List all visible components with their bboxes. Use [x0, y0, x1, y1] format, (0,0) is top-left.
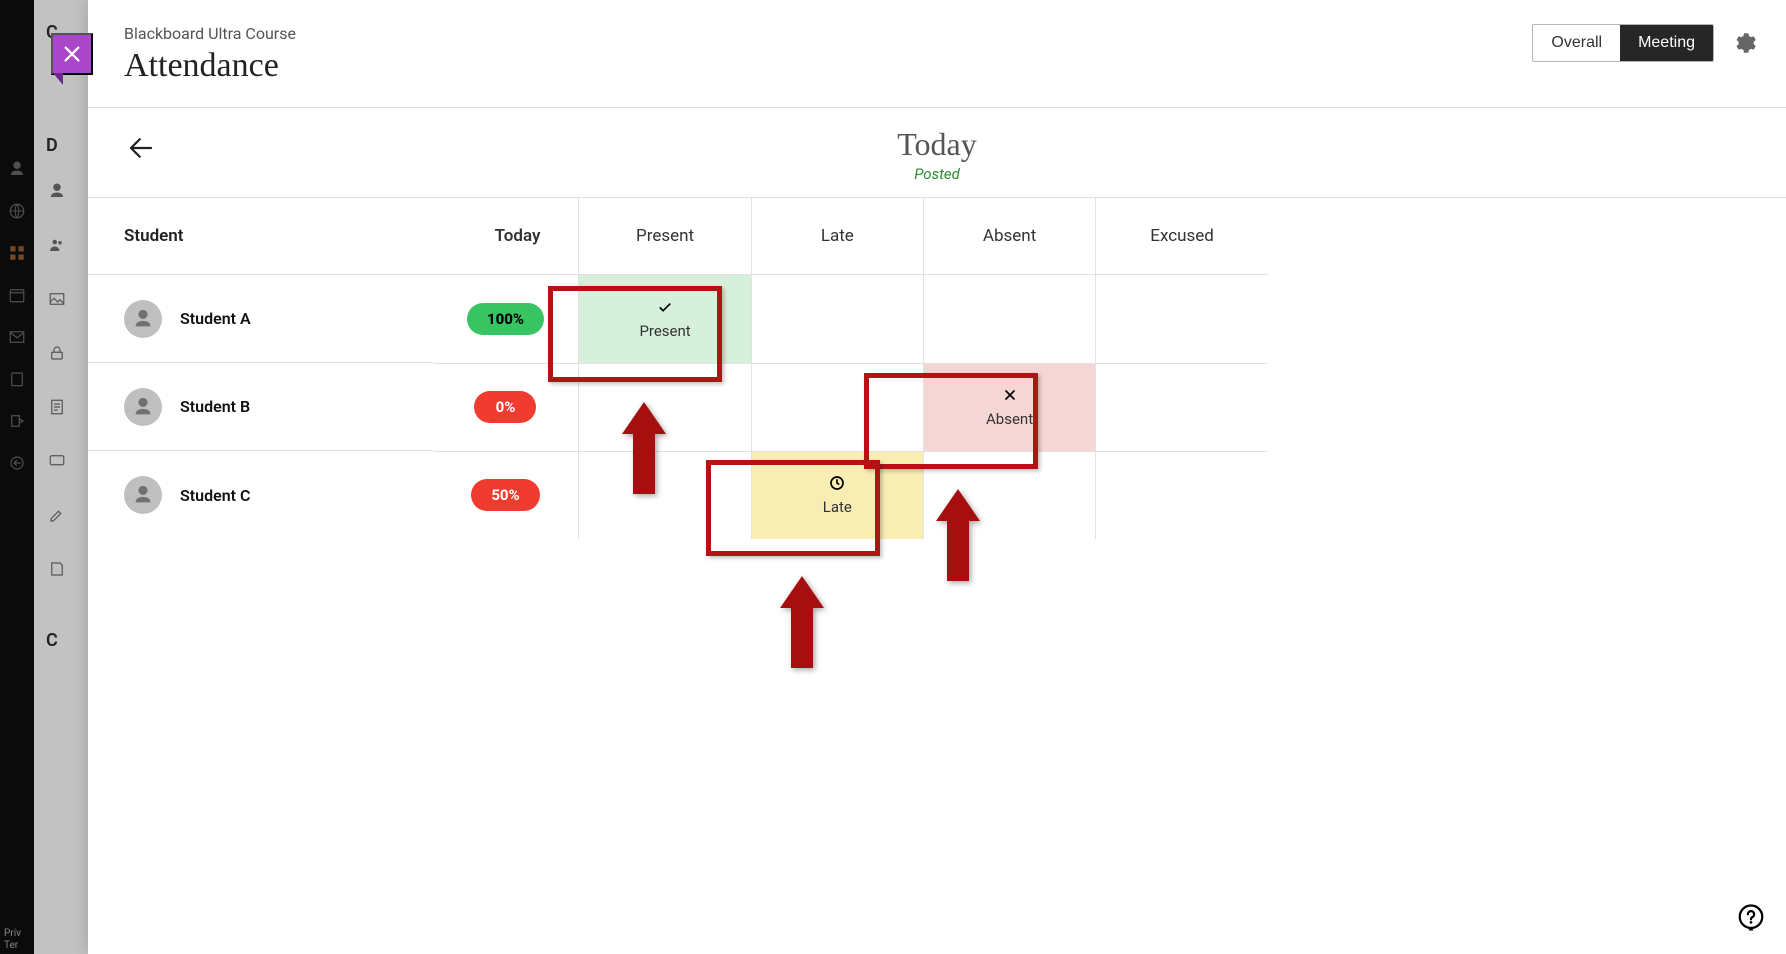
mark-present[interactable]: [579, 363, 751, 451]
image-icon: [48, 290, 66, 312]
today-pill: 0%: [474, 391, 536, 423]
tab-meeting[interactable]: Meeting: [1620, 25, 1713, 61]
status-label: Absent: [986, 410, 1033, 428]
avatar: [124, 388, 162, 426]
backdrop-letter: D: [46, 135, 58, 156]
app-nav-rail: [0, 0, 34, 954]
mark-excused[interactable]: [1096, 275, 1268, 364]
arrow-left-icon: [126, 133, 156, 163]
col-present[interactable]: Present: [579, 198, 751, 275]
chat-icon: [48, 452, 66, 474]
x-icon: [1001, 386, 1019, 404]
export-icon: [8, 412, 26, 430]
close-icon: [61, 43, 83, 65]
clock-icon: [828, 474, 846, 492]
col-late[interactable]: Late: [751, 198, 923, 275]
view-toggle: Overall Meeting: [1532, 24, 1714, 62]
student-name[interactable]: Student B: [180, 397, 250, 416]
today-cell: 50%: [433, 451, 579, 539]
table-row: Student B 0% Absent: [88, 363, 1268, 451]
attendance-panel: Blackboard Ultra Course Attendance Overa…: [88, 0, 1786, 954]
date-label: Today: [88, 126, 1786, 163]
mark-present[interactable]: [579, 451, 751, 539]
student-name[interactable]: Student A: [180, 309, 251, 328]
col-student: Student: [88, 198, 433, 275]
doc-icon: [48, 398, 66, 420]
back-button[interactable]: [124, 132, 158, 166]
attendance-table: Student Today Present Late Absent Excuse…: [88, 198, 1268, 539]
user-icon: [48, 182, 66, 204]
users-icon: [48, 236, 66, 258]
course-name: Blackboard Ultra Course: [124, 24, 296, 43]
globe-icon: [8, 202, 26, 220]
footer-stub: Priv Ter: [0, 926, 34, 954]
check-icon: [656, 298, 674, 316]
mark-late[interactable]: [751, 275, 923, 364]
student-name[interactable]: Student C: [180, 486, 250, 505]
col-today: Today: [433, 198, 579, 275]
student-cell: Student C: [88, 451, 433, 539]
mark-absent[interactable]: [923, 451, 1095, 539]
today-cell: 100%: [433, 275, 579, 364]
col-absent[interactable]: Absent: [923, 198, 1095, 275]
avatar: [124, 300, 162, 338]
today-cell: 0%: [433, 363, 579, 451]
edit-icon: [48, 506, 66, 528]
status-label: Present: [639, 322, 690, 340]
close-panel-button[interactable]: [51, 33, 93, 75]
panel-header: Blackboard Ultra Course Attendance Overa…: [88, 12, 1786, 108]
mark-absent[interactable]: [923, 275, 1095, 364]
annotation-arrow: [776, 572, 828, 672]
mark-late[interactable]: [751, 363, 923, 451]
clipboard-icon: [8, 370, 26, 388]
gear-icon: [1731, 30, 1757, 56]
page-title: Attendance: [124, 47, 296, 85]
col-excused[interactable]: Excused: [1096, 198, 1268, 275]
person-icon: [8, 160, 26, 178]
mark-excused[interactable]: [1096, 363, 1268, 451]
student-cell: Student B: [88, 363, 433, 451]
help-icon: [1736, 903, 1766, 933]
mark-absent[interactable]: Absent: [923, 363, 1095, 451]
mark-excused[interactable]: [1096, 451, 1268, 539]
today-pill: 100%: [467, 303, 544, 335]
backdrop-letter: C: [46, 630, 58, 651]
calendar-icon: [8, 286, 26, 304]
tab-overall[interactable]: Overall: [1533, 25, 1620, 61]
mark-present[interactable]: Present: [579, 275, 751, 364]
mark-late[interactable]: Late: [751, 451, 923, 539]
lock-icon: [48, 344, 66, 366]
attendance-table-wrap: Student Today Present Late Absent Excuse…: [88, 198, 1786, 539]
date-header: Today Posted: [88, 108, 1786, 198]
student-cell: Student A: [88, 275, 433, 363]
mail-icon: [8, 328, 26, 346]
grid-icon: [8, 244, 26, 262]
signout-icon: [8, 454, 26, 472]
table-row: Student C 50% Late: [88, 451, 1268, 539]
help-button[interactable]: [1734, 902, 1768, 936]
save-icon: [48, 560, 66, 582]
status-label: Late: [823, 498, 852, 516]
today-pill: 50%: [471, 479, 539, 511]
backdrop-column: C D C: [34, 0, 88, 954]
settings-button[interactable]: [1730, 29, 1758, 57]
avatar: [124, 476, 162, 514]
posted-status: Posted: [88, 165, 1786, 183]
table-row: Student A 100% Present: [88, 275, 1268, 364]
